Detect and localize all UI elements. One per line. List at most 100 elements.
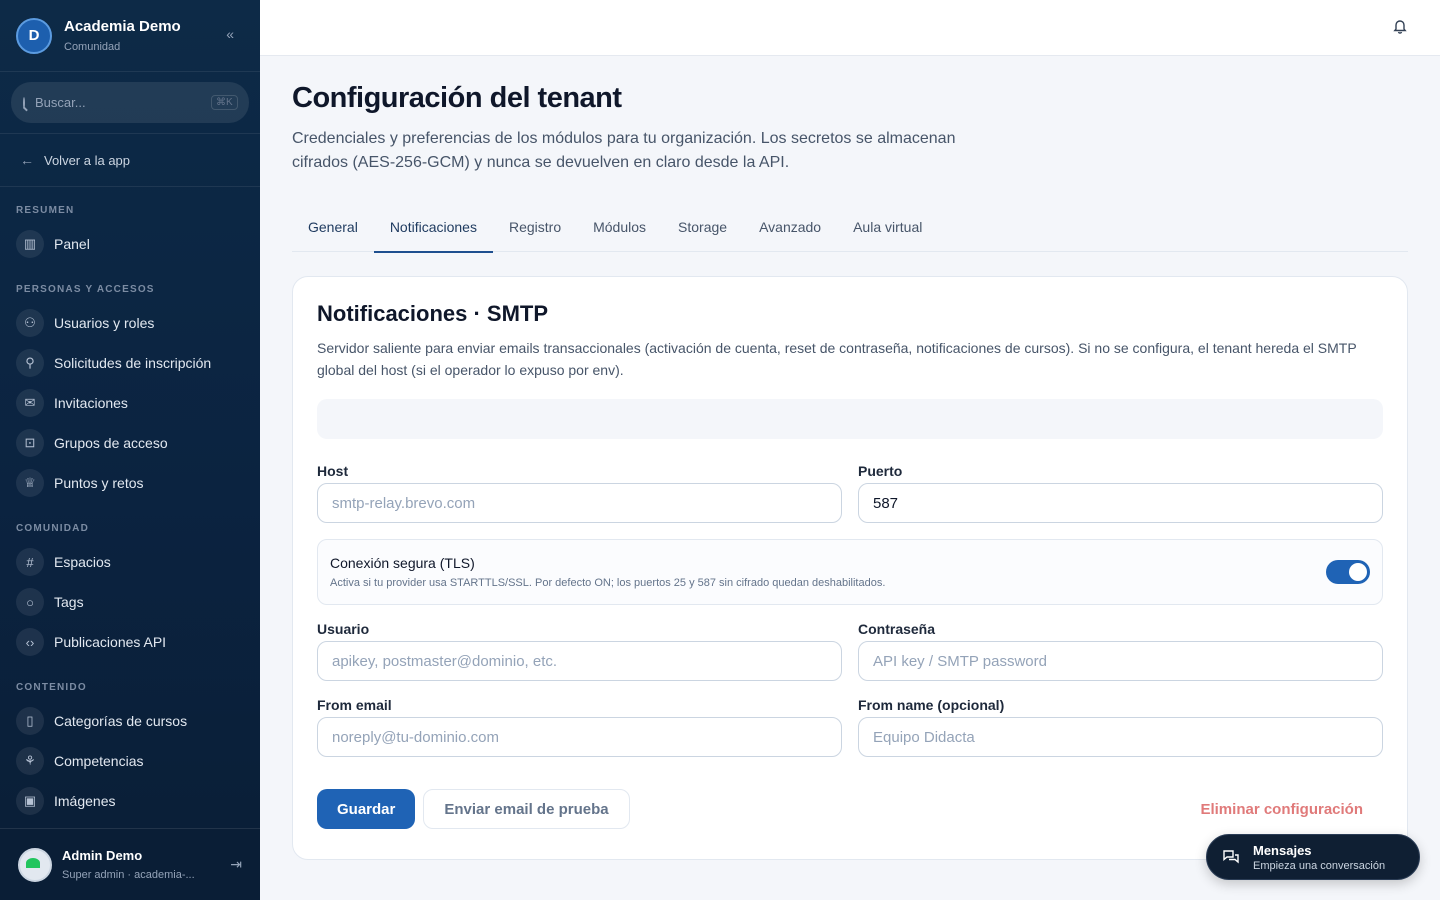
from-email-label: From email: [317, 697, 392, 713]
password-field: Contraseña: [858, 621, 1383, 681]
sidebar-item-tags[interactable]: ○ Tags: [0, 582, 260, 622]
sidebar-item-solicitudes-de-inscripción[interactable]: ⚲ Solicitudes de inscripción: [0, 343, 260, 383]
logout-icon[interactable]: ⇥: [230, 856, 242, 873]
messages-widget[interactable]: Mensajes Empieza una conversación: [1206, 834, 1420, 880]
chat-bubble-icon: ○: [16, 588, 44, 616]
org-logo-icon: D: [16, 17, 52, 54]
sidebar-item-label: Publicaciones API: [54, 634, 167, 650]
from-name-field: From name (opcional): [858, 697, 1383, 757]
from-row: From email From name (opcional): [317, 697, 1383, 757]
card-actions: Guardar Enviar email de prueba Eliminar …: [317, 789, 1383, 829]
tls-toggle[interactable]: [1326, 560, 1370, 584]
sidebar-item-label: Espacios: [54, 554, 111, 570]
tls-setting: Conexión segura (TLS) Activa si tu provi…: [317, 539, 1383, 605]
logo-letter: D: [28, 27, 40, 44]
users-icon: ⚇: [16, 309, 44, 337]
arrow-left-icon: ←: [20, 152, 34, 168]
search-container: ⌘K: [0, 72, 260, 134]
delete-config-button[interactable]: Eliminar configuración: [1200, 801, 1363, 818]
sidebar-item-categorías-de-cursos[interactable]: ▯ Categorías de cursos: [0, 701, 260, 741]
sidebar-item-puntos-y-retos[interactable]: ♕ Puntos y retos: [0, 463, 260, 503]
user-field: Usuario: [317, 621, 842, 681]
messages-text: Mensajes Empieza una conversación: [1253, 843, 1385, 872]
sidebar-item-label: Solicitudes de inscripción: [54, 355, 212, 371]
sidebar-item-label: Panel: [54, 236, 90, 252]
tab-módulos[interactable]: Módulos: [577, 207, 662, 252]
user-role: Super admin · academia-...: [62, 869, 195, 881]
sidebar-item-grupos-de-acceso[interactable]: ⊡ Grupos de acceso: [0, 423, 260, 463]
from-email-input[interactable]: [317, 717, 842, 757]
chart-bars-icon: ▥: [16, 230, 44, 258]
info-banner: [317, 399, 1383, 439]
smtp-card: Notificaciones · SMTP Servidor saliente …: [292, 276, 1408, 860]
save-button[interactable]: Guardar: [317, 789, 416, 829]
sidebar-item-competencias[interactable]: ⚘ Competencias: [0, 741, 260, 781]
user-label: Usuario: [317, 621, 370, 637]
sidebar-item-label: Grupos de acceso: [54, 435, 168, 451]
page-description: Credenciales y preferencias de los módul…: [292, 130, 956, 171]
from-name-label: From name (opcional): [858, 697, 1005, 713]
tls-title: Conexión segura (TLS): [330, 555, 475, 571]
user-input[interactable]: [317, 641, 842, 681]
search-input[interactable]: [35, 95, 211, 110]
card-description: Servidor saliente para enviar emails tra…: [317, 340, 1357, 378]
password-label: Contraseña: [858, 621, 936, 637]
lock-icon: ⊡: [16, 429, 44, 457]
sidebar-item-label: Usuarios y roles: [54, 315, 155, 331]
page-title: Configuración del tenant: [292, 82, 622, 114]
host-label: Host: [317, 463, 349, 479]
from-name-input[interactable]: [858, 717, 1383, 757]
tab-notificaciones[interactable]: Notificaciones: [373, 207, 494, 253]
collapse-sidebar-icon[interactable]: «: [226, 26, 234, 42]
send-test-email-button[interactable]: Enviar email de prueba: [423, 789, 630, 829]
port-label: Puerto: [858, 463, 903, 479]
sidebar-item-label: Invitaciones: [54, 395, 128, 411]
book-icon: ▯: [16, 707, 44, 735]
card-title: Notificaciones · SMTP: [317, 301, 549, 326]
tab-storage[interactable]: Storage: [662, 207, 743, 252]
messages-subtitle: Empieza una conversación: [1253, 859, 1386, 872]
settings-tabs: General Notificaciones Registro Módulos Stor…: [292, 207, 1408, 253]
messages-icon: [1223, 850, 1239, 864]
section-title: CONTENIDO: [16, 682, 87, 693]
org-info: Academia Demo Comunidad: [64, 18, 181, 53]
sidebar-item-publicaciones-api[interactable]: ‹› Publicaciones API: [0, 622, 260, 662]
user-icon: ⚲: [16, 349, 44, 377]
back-label: Volver a la app: [44, 152, 131, 168]
sidebar-item-label: Imágenes: [54, 793, 116, 809]
search-icon: [23, 96, 25, 109]
trophy-icon: ♕: [16, 469, 44, 497]
tab-general[interactable]: General: [292, 207, 374, 252]
host-input[interactable]: [317, 483, 842, 523]
search-shortcut: ⌘K: [211, 95, 238, 110]
port-input[interactable]: [858, 483, 1383, 523]
sidebar-header: D Academia Demo Comunidad «: [0, 0, 260, 72]
hash-icon: #: [16, 548, 44, 576]
sidebar-item-invitaciones[interactable]: ✉ Invitaciones: [0, 383, 260, 423]
tls-hint: Activa si tu provider usa STARTTLS/SSL. …: [330, 577, 886, 589]
sidebar-item-label: Competencias: [54, 753, 144, 769]
award-icon: ⚘: [16, 747, 44, 775]
sidebar-item-imágenes[interactable]: ▣ Imágenes: [0, 781, 260, 821]
mail-icon: ✉: [16, 389, 44, 417]
sidebar-item-espacios[interactable]: # Espacios: [0, 542, 260, 582]
bell-icon[interactable]: [1392, 18, 1408, 34]
sidebar-nav: RESUMEN ▥ Panel PERSONAS Y ACCESOS ⚇ Usuarios…: [0, 205, 260, 821]
sidebar-item-label: Tags: [54, 594, 84, 610]
sidebar-item-usuarios-y-roles[interactable]: ⚇ Usuarios y roles: [0, 303, 260, 343]
sidebar-item-label: Puntos y retos: [54, 475, 144, 491]
tab-registro[interactable]: Registro: [493, 207, 577, 252]
tab-avanzado[interactable]: Avanzado: [743, 207, 837, 252]
user-name: Admin Demo: [62, 848, 143, 863]
host-field: Host: [317, 463, 842, 523]
topbar: [260, 0, 1440, 56]
back-to-app-link[interactable]: ← Volver a la app: [0, 134, 260, 187]
section-title: COMUNIDAD: [16, 523, 90, 534]
tab-aula-virtual[interactable]: Aula virtual: [837, 207, 938, 252]
user-footer: Admin Demo Super admin · academia-... ⇥: [0, 828, 260, 900]
avatar[interactable]: [18, 847, 52, 882]
credentials-row: Usuario Contraseña: [317, 621, 1383, 681]
sidebar-item-panel[interactable]: ▥ Panel: [0, 224, 260, 264]
search-box[interactable]: ⌘K: [11, 82, 249, 123]
password-input[interactable]: [858, 641, 1383, 681]
